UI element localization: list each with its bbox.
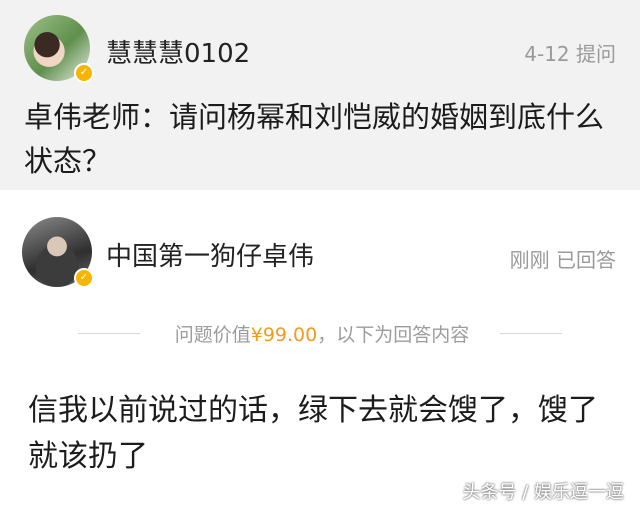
divider-line-right bbox=[500, 333, 562, 334]
watermark: 头条号 / 娱乐逗一逗 bbox=[462, 482, 624, 503]
price-divider: 问题价值¥99.00，以下为回答内容 bbox=[0, 318, 640, 348]
question-text: 卓伟老师：请问杨幂和刘恺威的婚姻到底什么状态？ bbox=[24, 100, 605, 178]
price-info: 问题价值¥99.00，以下为回答内容 bbox=[152, 320, 492, 347]
asker-username[interactable]: 慧慧慧0102 bbox=[106, 33, 250, 70]
price-prefix: 问题价值 bbox=[174, 324, 251, 346]
question-meta: 4-12 提问 bbox=[524, 42, 616, 66]
price-value: ¥99.00 bbox=[250, 324, 318, 346]
answer-meta: 刚刚 已回答 bbox=[509, 248, 616, 272]
verified-badge-icon: ✓ bbox=[74, 63, 94, 83]
answer-text: 信我以前说过的话，绿下去就会馊了，馊了就该扔了 bbox=[28, 393, 598, 474]
divider-line-left bbox=[78, 333, 140, 334]
verified-badge-icon: ✓ bbox=[74, 268, 94, 288]
price-suffix: ，以下为回答内容 bbox=[317, 324, 470, 346]
answerer-username[interactable]: 中国第一狗仔卓伟 bbox=[106, 236, 314, 273]
question-card: ✓ 慧慧慧0102 4-12 提问 卓伟老师：请问杨幂和刘恺威的婚姻到底什么状态… bbox=[0, 0, 640, 190]
